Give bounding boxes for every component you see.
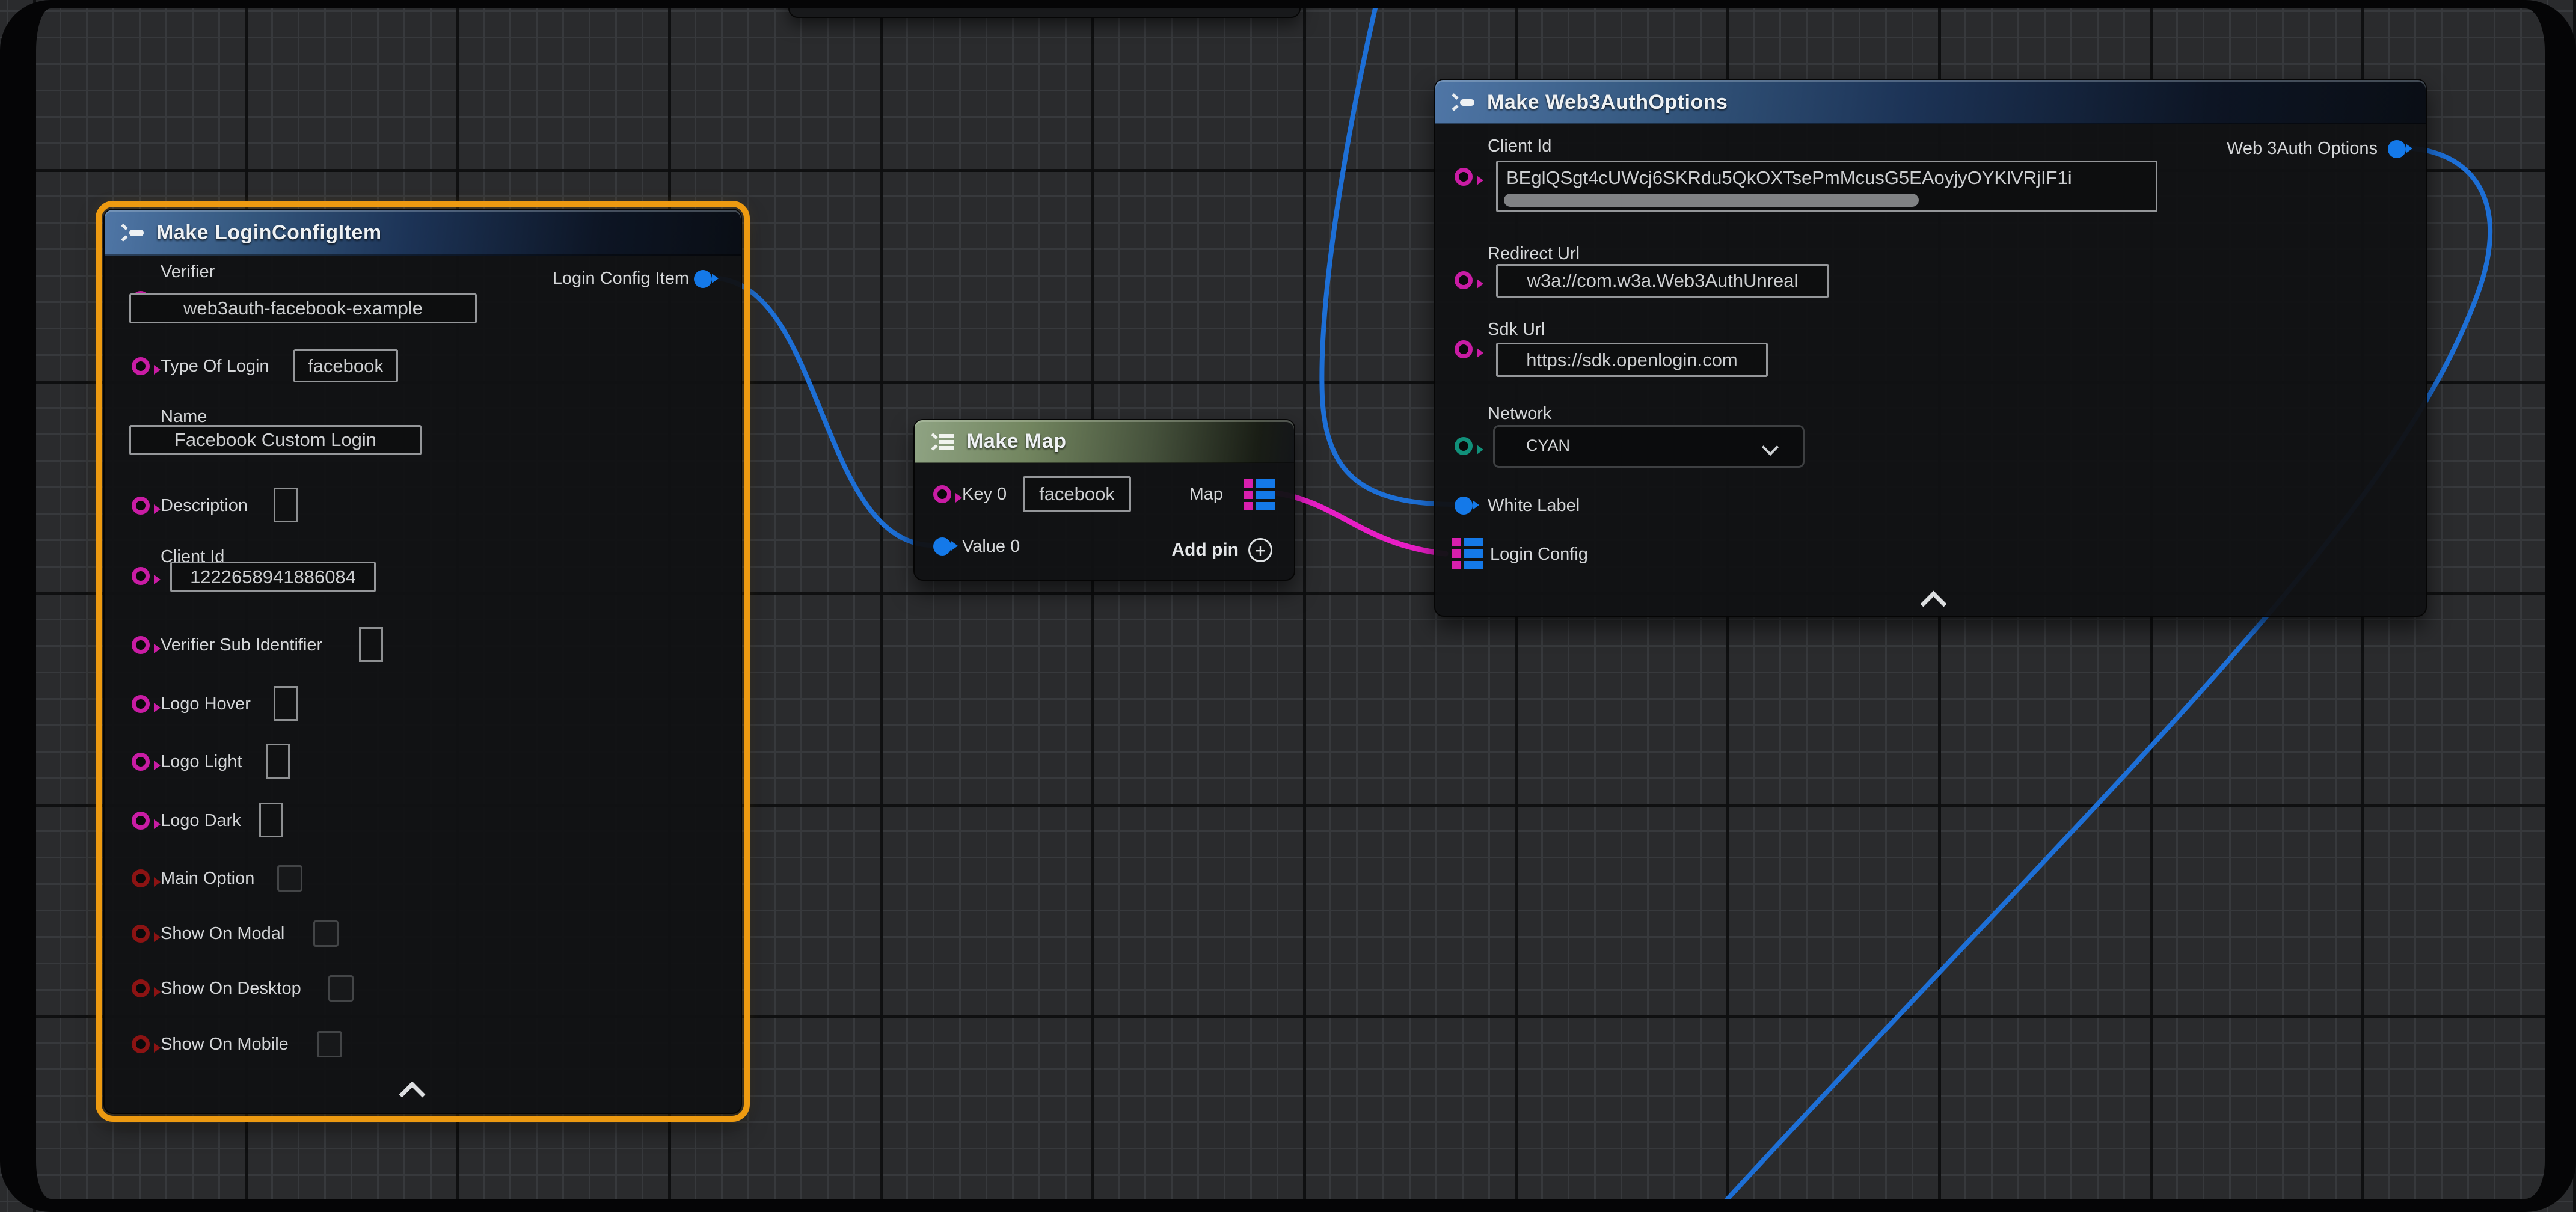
client-id-field[interactable]: 1222658941886084 [170, 562, 376, 592]
make-struct-icon [1449, 91, 1476, 113]
sdk-url-field[interactable]: https://sdk.openlogin.com [1496, 343, 1768, 377]
pin-label-logo-dark: Logo Dark [161, 810, 241, 831]
logo-dark-field[interactable] [259, 803, 283, 837]
node-header[interactable]: Make Web3AuthOptions [1435, 80, 2426, 124]
node-title: Make LoginConfigItem [156, 221, 382, 245]
node-make-web3authoptions[interactable]: Make Web3AuthOptions Web 3Auth Options C… [1434, 79, 2427, 617]
wire-loginconfigitem-to-value0 [711, 278, 931, 545]
key0-field[interactable]: facebook [1023, 476, 1131, 512]
node-header[interactable]: Make Map [915, 420, 1294, 463]
add-pin-label: Add pin [1171, 540, 1239, 560]
pin-label-show-on-modal: Show On Modal [161, 923, 284, 944]
redirect-url-field[interactable]: w3a://com.w3a.Web3AuthUnreal [1496, 264, 1829, 298]
name-field[interactable]: Facebook Custom Login [129, 425, 422, 455]
input-pin-logo-light[interactable] [132, 753, 150, 771]
pin-label-value0: Value 0 [962, 536, 1020, 557]
pin-label-network: Network [1488, 403, 1551, 424]
blueprint-editor: Make LoginConfigItem Login Config Item V… [0, 0, 2576, 1212]
input-pin-redirect-url[interactable] [1455, 271, 1473, 289]
chevron-down-icon [1762, 439, 1779, 456]
input-pin-type-of-login[interactable] [132, 357, 150, 375]
pin-label-name: Name [161, 406, 207, 427]
make-map-icon [928, 431, 955, 453]
output-pin-login-config-item[interactable] [694, 270, 712, 288]
client-id-value: BEglQSgt4cUWcj6SKRdu5QkOXTsePmMcusG5EAoy… [1506, 167, 2072, 189]
input-pin-main-option[interactable] [132, 869, 150, 887]
network-selected-value: CYAN [1526, 436, 1570, 455]
logo-light-field[interactable] [266, 744, 290, 779]
input-pin-value0[interactable] [933, 537, 951, 556]
input-pin-login-config[interactable] [1452, 538, 1483, 569]
chevron-up-icon[interactable] [399, 1082, 426, 1108]
input-pin-show-on-desktop[interactable] [132, 979, 150, 997]
output-pin-web3auth-options[interactable] [2388, 140, 2406, 158]
pin-label-description: Description [161, 495, 248, 516]
output-pin-label: Web 3Auth Options [2227, 138, 2378, 159]
show-on-desktop-checkbox[interactable] [328, 975, 354, 1002]
node-title: Make Map [966, 430, 1067, 453]
pin-label-logo-light: Logo Light [161, 751, 242, 773]
input-pin-sdk-url[interactable] [1455, 340, 1473, 358]
show-on-modal-checkbox[interactable] [313, 920, 339, 947]
pin-label-main-option: Main Option [161, 868, 254, 889]
pin-label-logo-hover: Logo Hover [161, 693, 251, 715]
description-field[interactable] [274, 488, 298, 522]
input-pin-show-on-modal[interactable] [132, 925, 150, 943]
input-pin-logo-dark[interactable] [132, 812, 150, 830]
input-pin-verifier-sub-identifier[interactable] [132, 636, 150, 654]
input-pin-client-id[interactable] [132, 567, 150, 585]
pin-label-key0: Key 0 [962, 483, 1007, 505]
logo-hover-field[interactable] [274, 686, 298, 721]
node-make-loginconfigitem[interactable]: Make LoginConfigItem Login Config Item V… [103, 209, 742, 1114]
chevron-up-icon[interactable] [1921, 591, 1947, 617]
output-pin-map[interactable] [1244, 479, 1275, 510]
input-pin-network[interactable] [1455, 437, 1473, 455]
input-pin-logo-hover[interactable] [132, 695, 150, 713]
verifier-sub-identifier-field[interactable] [359, 627, 383, 662]
input-pin-description[interactable] [132, 497, 150, 515]
client-id-field[interactable]: BEglQSgt4cUWcj6SKRdu5QkOXTsePmMcusG5EAoy… [1496, 161, 2157, 212]
pin-label-verifier-sub-identifier: Verifier Sub Identifier [161, 634, 322, 656]
pin-label-type-of-login: Type Of Login [161, 355, 269, 377]
pin-label-login-config: Login Config [1490, 543, 1588, 565]
pin-label-show-on-mobile: Show On Mobile [161, 1033, 289, 1055]
pin-label-redirect-url: Redirect Url [1488, 243, 1580, 265]
show-on-mobile-checkbox[interactable] [317, 1031, 342, 1057]
wire-top-to-whitelabel [1322, 0, 1453, 504]
output-pin-label: Login Config Item [553, 268, 689, 289]
pin-label-sdk-url: Sdk Url [1488, 319, 1545, 340]
input-pin-client-id[interactable] [1455, 168, 1473, 186]
input-pin-white-label[interactable] [1455, 497, 1473, 515]
make-struct-icon [118, 222, 146, 243]
network-dropdown[interactable]: CYAN [1493, 425, 1805, 468]
main-option-checkbox[interactable] [277, 865, 302, 892]
input-pin-show-on-mobile[interactable] [132, 1035, 150, 1053]
pin-label-client-id: Client Id [1488, 135, 1551, 157]
node-header[interactable]: Make LoginConfigItem [105, 210, 741, 256]
input-pin-key0[interactable] [933, 485, 951, 503]
client-id-scrollbar[interactable] [1504, 194, 1919, 207]
pin-label-show-on-desktop: Show On Desktop [161, 978, 301, 999]
node-title: Make Web3AuthOptions [1487, 91, 1728, 114]
plus-circle-icon: + [1248, 538, 1272, 562]
pin-label-white-label: White Label [1488, 495, 1580, 516]
type-of-login-field[interactable]: facebook [293, 349, 398, 382]
verifier-field[interactable]: web3auth-facebook-example [129, 293, 477, 323]
output-pin-label-map: Map [1189, 483, 1223, 505]
node-make-map[interactable]: Make Map Key 0 facebook Map Value 0 Add … [913, 419, 1295, 581]
add-pin-button[interactable]: Add pin + [1171, 538, 1272, 562]
pin-label-verifier: Verifier [161, 261, 215, 283]
